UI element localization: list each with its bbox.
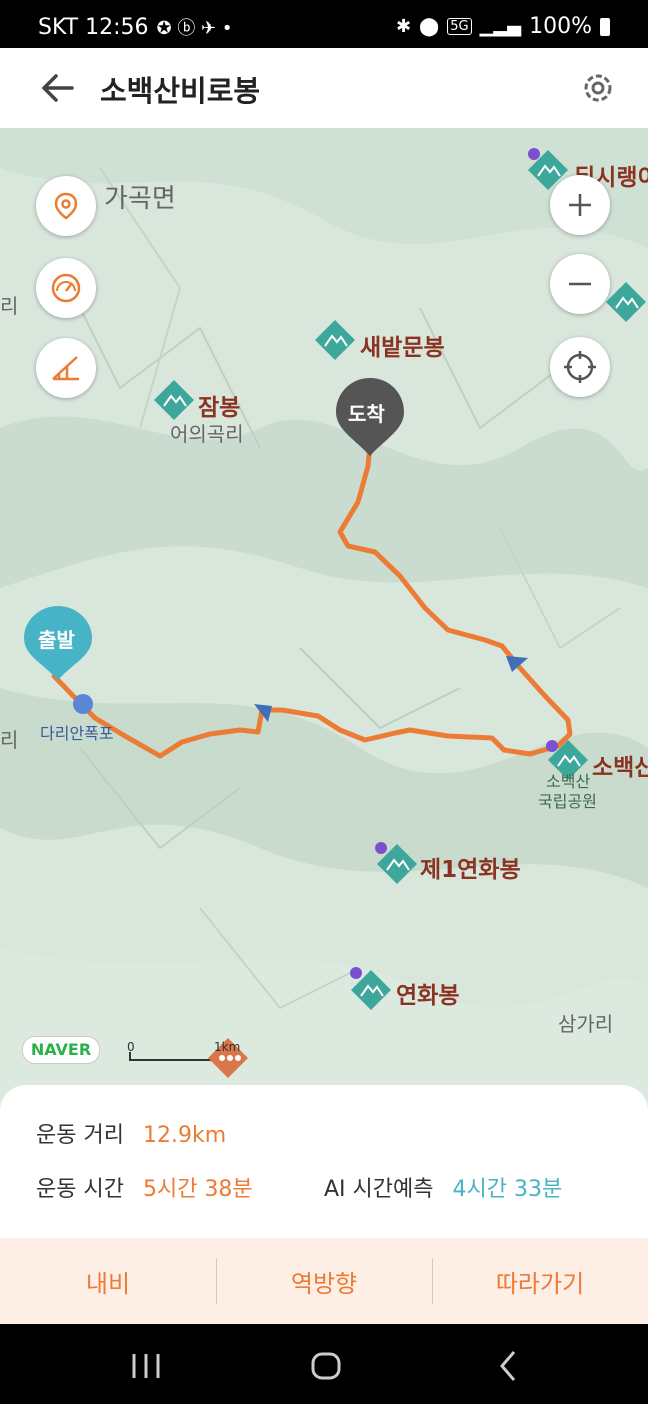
back-nav-icon[interactable] [488, 1346, 528, 1386]
home-icon[interactable] [306, 1346, 346, 1386]
map-label-darian: 다리안폭포 [40, 724, 114, 743]
map-label-sobaeksan: 소백산 [592, 755, 648, 781]
recenter-button[interactable] [550, 337, 610, 397]
plus-icon [569, 194, 591, 216]
ai-time-value: 4시간 33분 [452, 1177, 563, 1202]
map-label-left-ri-2: 리 [0, 728, 19, 752]
location-icon: ⬤ [419, 16, 440, 37]
app-bar: 소백산비로봉 [0, 48, 648, 128]
ai-time-label: AI 시간예측 [324, 1177, 434, 1202]
back-button[interactable] [36, 68, 80, 108]
distance-value: 12.9km [142, 1123, 227, 1148]
navi-button[interactable]: 내비 [0, 1238, 216, 1324]
time-value: 5시간 38분 [142, 1177, 253, 1202]
speed-button[interactable] [36, 258, 96, 318]
scale-km: 1km [214, 1040, 241, 1054]
zoom-out-button[interactable] [550, 254, 610, 314]
poi-icon [73, 694, 93, 714]
end-marker-label: 도착 [348, 402, 385, 426]
distance-row: 운동 거리 12.9km [36, 1117, 226, 1149]
map-label-gagok: 가곡면 [104, 184, 176, 214]
map-label-jambong: 잠봉 [198, 395, 241, 421]
map-label-left-ri: 리 [0, 294, 19, 318]
status-carrier-time: SKT 12:56 [38, 14, 149, 40]
my-location-button[interactable] [36, 176, 96, 236]
zoom-in-button[interactable] [550, 175, 610, 235]
settings-button[interactable] [578, 68, 618, 108]
battery-icon [600, 17, 610, 36]
page-title: 소백산비로봉 [100, 74, 261, 108]
naver-logo: NAVER [22, 1036, 100, 1064]
crosshair-icon [564, 351, 596, 383]
map-label-samgari: 삼가리 [558, 1012, 614, 1036]
notification-icons: ✪ ⓑ ✈ • [156, 18, 233, 39]
recents-icon[interactable] [126, 1346, 166, 1386]
map-label-je1yeonhwabong: 제1연화봉 [420, 857, 521, 883]
map-view[interactable]: 가곡면 뒤시랭이 새밭문봉 잠봉 어의곡리 도착 출발 다리안폭포 소백산 소백… [0, 128, 648, 1128]
map-label-saebatmunbong: 새밭문봉 [360, 335, 445, 361]
back-arrow-icon [42, 74, 74, 102]
signal-icon: ▁▂▄ [479, 16, 522, 37]
minus-icon [569, 282, 591, 286]
map-label-eouigokri: 어의곡리 [170, 422, 244, 446]
slope-icon [52, 356, 79, 381]
route-info-panel: 운동 거리 12.9km 운동 시간 5시간 38분 AI 시간예측 4시간 3… [0, 1085, 648, 1325]
scale-zero: 0 [127, 1040, 135, 1054]
map-label-yeonhwabong: 연화봉 [396, 983, 460, 1009]
system-nav-bar [0, 1324, 648, 1404]
action-bar: 내비 역방향 따라가기 [0, 1238, 648, 1324]
bluetooth-icon: ✱ [395, 16, 412, 37]
battery-percent: 100% [529, 14, 592, 39]
speedometer-icon [51, 273, 81, 303]
elevation-button[interactable] [36, 338, 96, 398]
network-badge: 5G [447, 18, 472, 35]
map-label-national-park: 국립공원 [538, 792, 597, 811]
status-bar: SKT 12:56 ✪ ⓑ ✈ • ✱ ⬤ 5G ▁▂▄ 100% [0, 0, 648, 48]
distance-label: 운동 거리 [36, 1123, 124, 1148]
time-row: 운동 시간 5시간 38분 [36, 1171, 253, 1203]
time-label: 운동 시간 [36, 1177, 124, 1202]
gear-icon [584, 74, 612, 102]
start-marker-label: 출발 [38, 628, 75, 652]
reverse-button[interactable]: 역방향 [216, 1238, 432, 1324]
ai-time-row: AI 시간예측 4시간 33분 [324, 1171, 562, 1203]
location-pin-icon [54, 192, 78, 220]
follow-button[interactable]: 따라가기 [432, 1238, 648, 1324]
